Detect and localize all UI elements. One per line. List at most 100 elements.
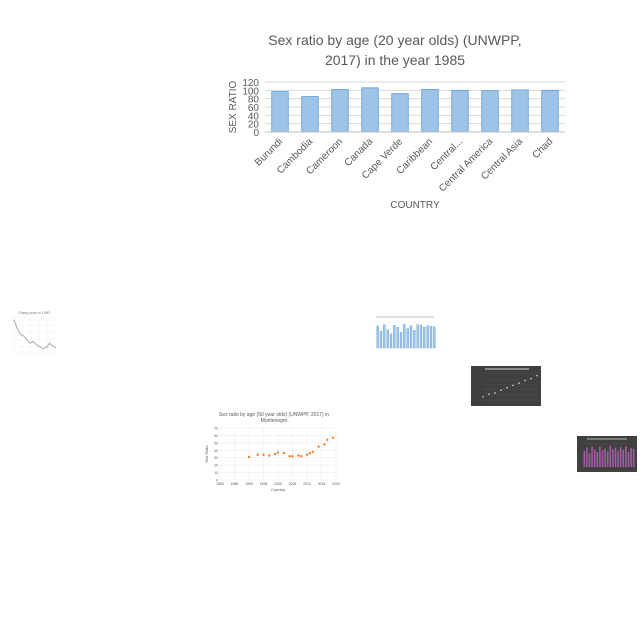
x-tick-label: 2010 — [303, 482, 311, 486]
purple-bar-thumbnail — [577, 436, 637, 472]
data-point — [494, 392, 496, 394]
bar — [632, 449, 635, 467]
scatter-chart-svg: Sex ratio by age (50 year olds) (UNWPP, … — [204, 412, 340, 492]
bar — [511, 89, 529, 133]
y-tick-label: 20 — [214, 464, 218, 468]
data-point — [500, 389, 502, 392]
bar — [596, 452, 599, 467]
title-placeholder — [587, 438, 627, 440]
bar — [625, 446, 627, 467]
x-axis-label: Country — [271, 487, 285, 492]
data-point — [506, 386, 508, 389]
bar — [423, 327, 426, 349]
bar — [622, 449, 625, 467]
bar — [627, 451, 630, 467]
bar — [419, 324, 423, 349]
x-tick-label: 2005 — [289, 482, 297, 486]
data-point — [288, 455, 291, 458]
data-point — [256, 453, 259, 456]
bar — [426, 325, 429, 349]
bar — [399, 332, 403, 349]
bar — [396, 327, 399, 349]
bar — [591, 446, 593, 467]
bar — [606, 451, 609, 467]
bar — [376, 325, 379, 349]
bar — [386, 329, 389, 349]
data-point — [262, 453, 265, 456]
bar — [433, 326, 436, 349]
bar — [481, 90, 499, 133]
bar — [599, 446, 601, 467]
y-tick-label: 70 — [214, 427, 218, 431]
scatter-chart: Sex ratio by age (50 year olds) (UNWPP, … — [198, 408, 346, 494]
data-point — [512, 384, 514, 387]
bar — [593, 449, 596, 467]
x-tick-label: 1980 — [216, 482, 224, 486]
data-point — [482, 395, 484, 398]
x-tick-label: Central America — [437, 136, 495, 194]
bar-thumbnail-svg — [376, 316, 436, 349]
data-point — [297, 454, 300, 457]
data-point — [300, 455, 303, 458]
bar — [421, 89, 439, 133]
y-tick-label: 60 — [214, 434, 218, 438]
bar-thumbnail — [368, 314, 440, 354]
data-point — [291, 455, 294, 458]
data-point — [273, 452, 277, 456]
bar — [379, 330, 383, 349]
data-point — [247, 455, 251, 459]
x-tick-label: 1995 — [260, 482, 268, 486]
bar — [406, 328, 409, 349]
bar — [619, 447, 622, 467]
data-point — [268, 454, 271, 457]
bar — [403, 323, 406, 349]
y-axis-label: Sex Ratio — [204, 445, 209, 463]
bar — [409, 325, 413, 349]
bar — [588, 453, 591, 467]
bar — [609, 445, 612, 467]
bar — [601, 450, 604, 467]
bar — [586, 447, 588, 467]
data-point — [518, 382, 520, 384]
x-axis-label: COUNTRY — [390, 200, 440, 211]
y-tick-label: 10 — [214, 471, 218, 475]
dark-scatter-thumbnail — [471, 366, 541, 406]
main-chart-svg: Sex ratio by age (20 year olds) (UNWPP, 2… — [228, 32, 565, 211]
bar — [541, 89, 559, 133]
data-point — [530, 377, 532, 380]
series-line — [13, 319, 57, 350]
bar — [614, 447, 617, 467]
dark-scatter-svg — [471, 366, 541, 406]
x-tick-label: Chad — [530, 136, 555, 161]
bar — [604, 448, 606, 467]
data-point — [326, 438, 329, 442]
y-tick-label: 30 — [214, 456, 218, 460]
chart-title-line: Montenegro — [261, 418, 288, 424]
data-point — [317, 445, 320, 448]
y-axis-label: SEX RATIO — [228, 80, 239, 133]
bar — [413, 330, 416, 349]
data-point — [305, 453, 309, 456]
title-placeholder — [485, 368, 529, 370]
bar — [393, 324, 396, 349]
chart-title-line: 2017) in the year 1985 — [325, 52, 465, 68]
x-tick-label: 2020 — [332, 482, 340, 486]
data-point — [276, 451, 280, 454]
x-tick-label: 1985 — [231, 482, 239, 486]
data-point — [308, 452, 312, 455]
chart-title-line: Sex ratio by age (20 year olds) (UNWPP, — [268, 32, 521, 48]
purple-bar-svg — [577, 436, 637, 472]
bar — [331, 89, 349, 133]
bar — [416, 324, 419, 349]
bar — [429, 326, 433, 349]
bar — [451, 89, 469, 133]
bar — [583, 450, 586, 467]
main-bar-chart: Sex ratio by age (20 year olds) (UNWPP, 2… — [215, 20, 575, 220]
bar — [630, 448, 632, 467]
chart-title: Sheep price in 1990 — [18, 311, 49, 315]
bar — [389, 333, 393, 349]
title-placeholder — [376, 316, 434, 318]
bar — [301, 96, 319, 133]
bar — [361, 87, 379, 133]
bar — [612, 449, 614, 467]
